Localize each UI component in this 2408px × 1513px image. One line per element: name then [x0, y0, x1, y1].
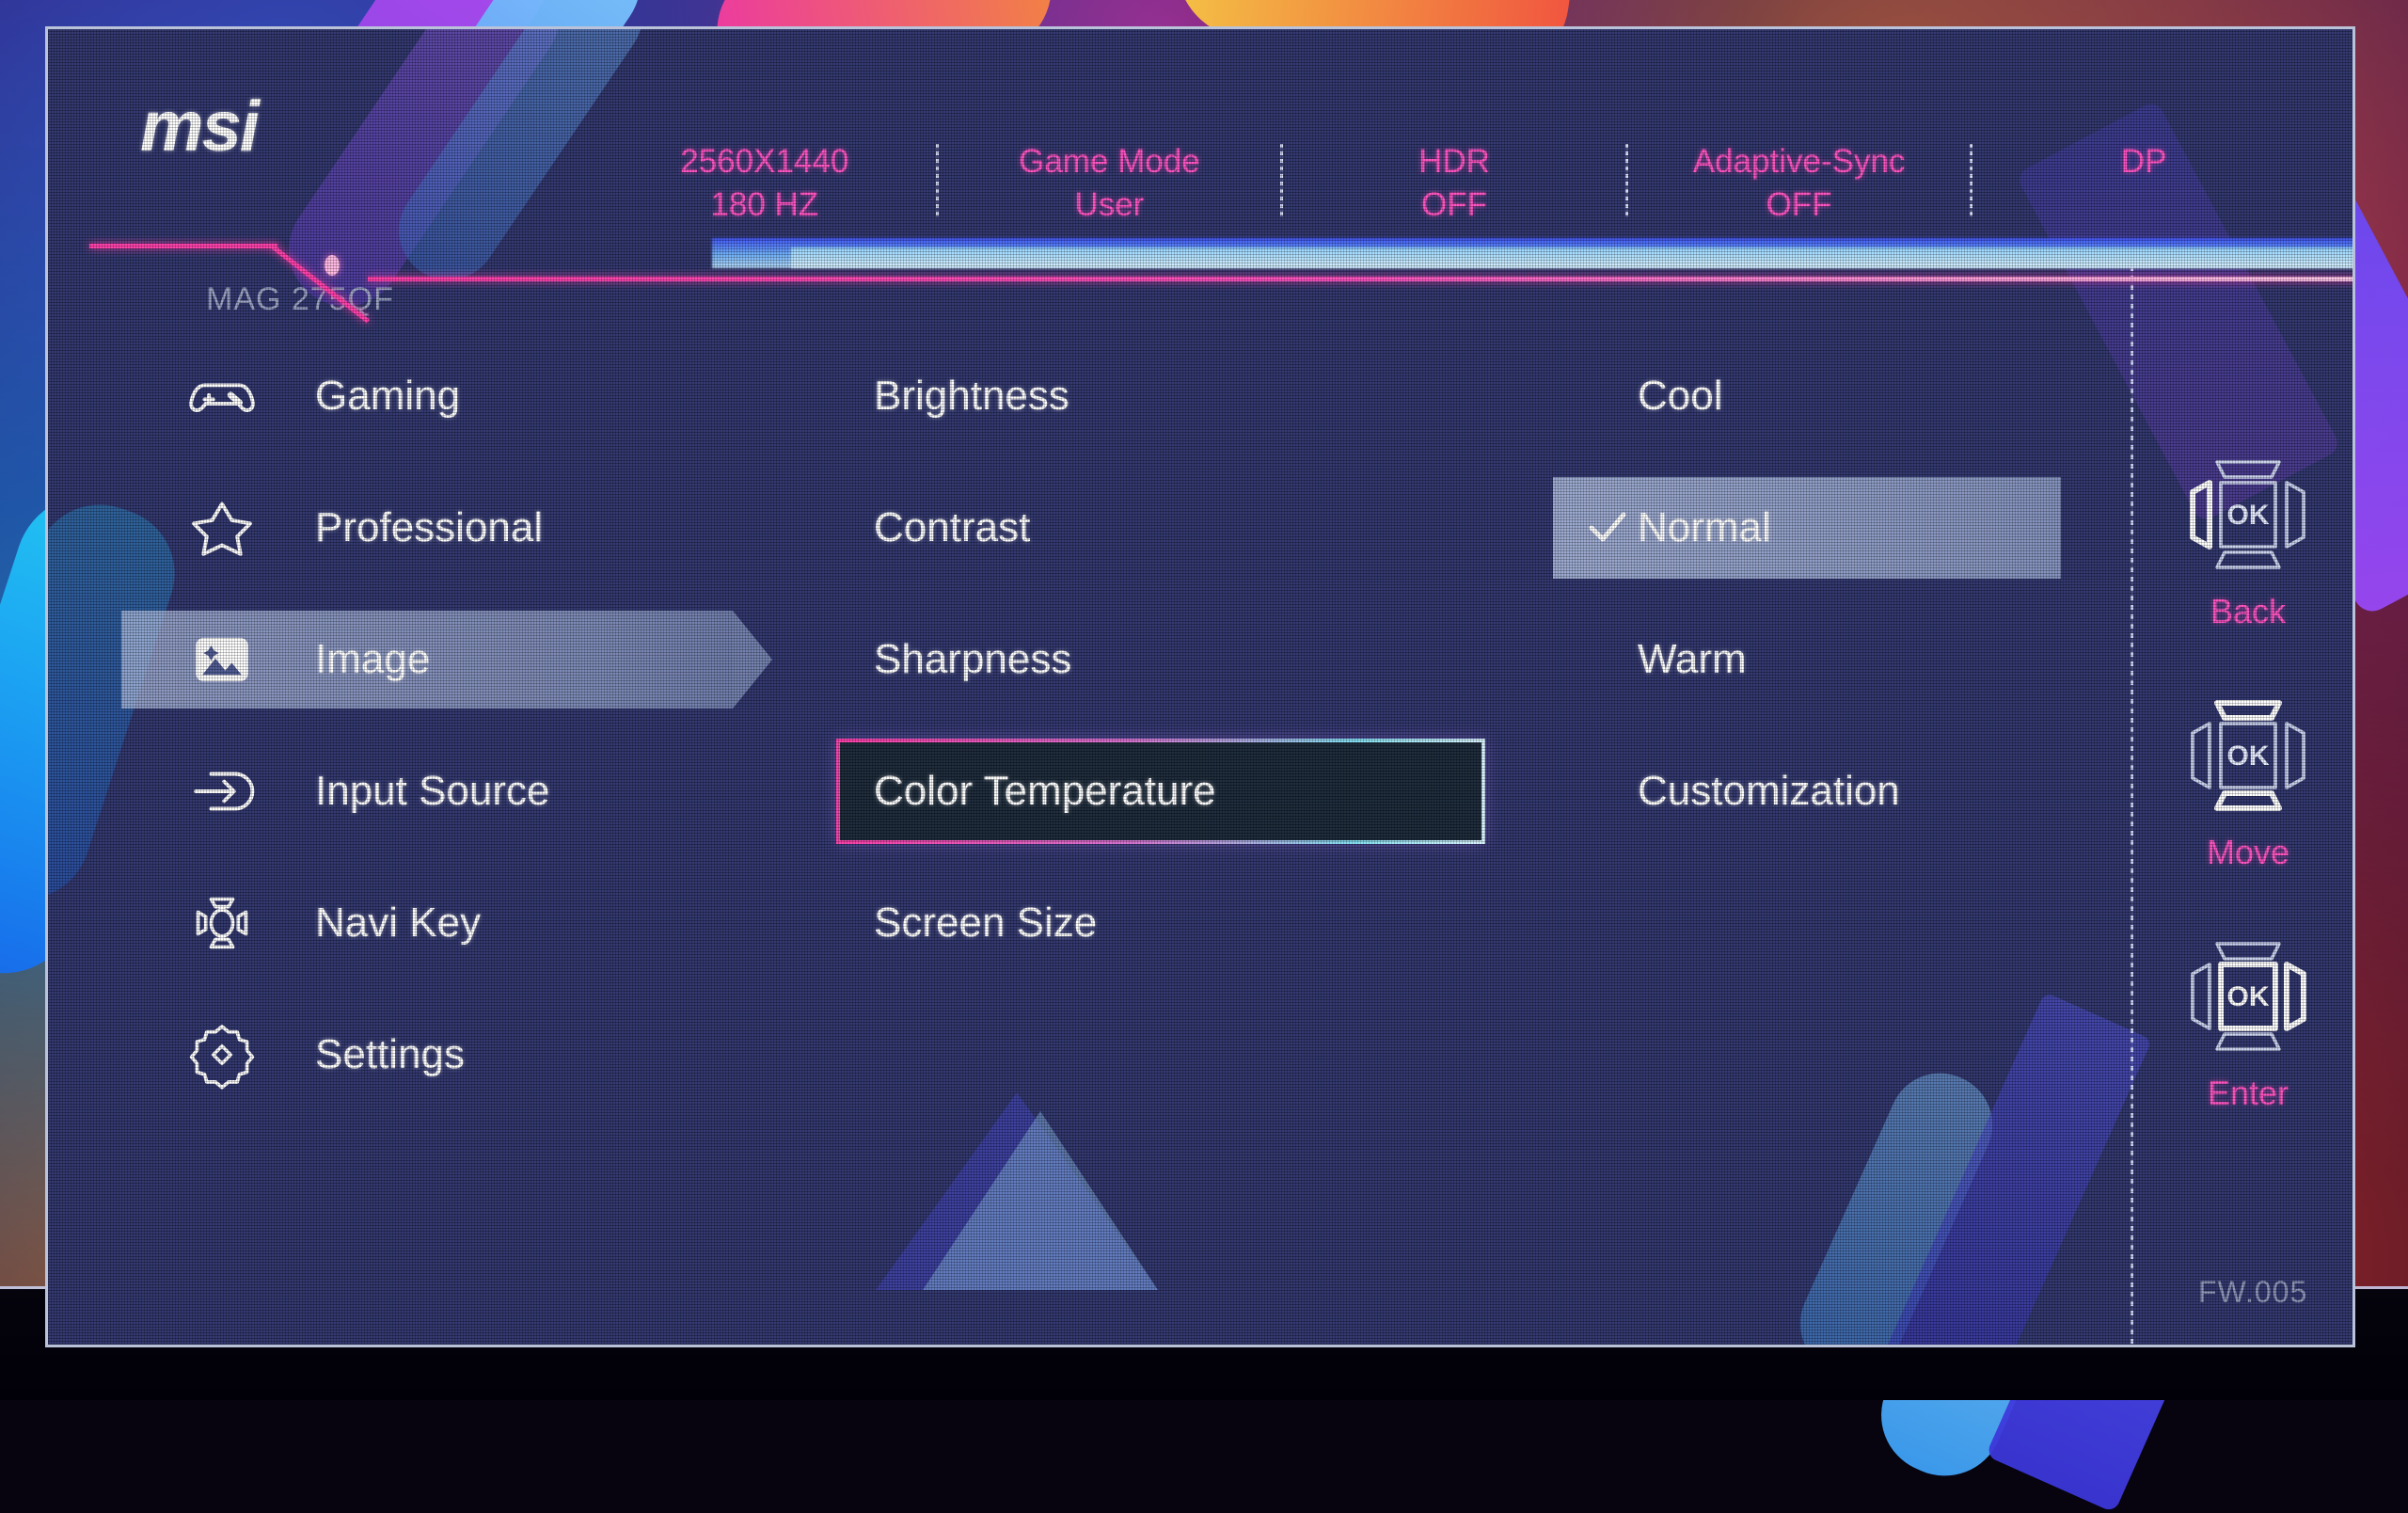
- sidebar-item-navi-key-label: Navi Key: [315, 900, 481, 947]
- firmware-version: FW.005: [2198, 1275, 2307, 1310]
- status-resolution-title: 2560X1440: [594, 140, 936, 183]
- navi-enter-icon: OK: [2168, 925, 2328, 1068]
- nav-hint-back-label: Back: [2138, 592, 2355, 631]
- gear-icon: [182, 1014, 262, 1095]
- option-normal[interactable]: Normal: [1515, 462, 2127, 594]
- sidebar-item-image-label: Image: [315, 636, 430, 683]
- menu-item-brightness-label: Brightness: [791, 373, 1069, 420]
- nav-hint-enter-label: Enter: [2138, 1074, 2355, 1113]
- menu-item-contrast[interactable]: Contrast: [791, 462, 1515, 594]
- option-cool[interactable]: Cool: [1515, 330, 2127, 462]
- nav-hint-back[interactable]: OK Back: [2138, 443, 2355, 631]
- osd-values-column: Cool Normal Warm Customization: [1515, 330, 2127, 857]
- navi-back-icon: OK: [2168, 443, 2328, 586]
- option-warm-label: Warm: [1515, 636, 1747, 683]
- menu-item-screen-size-label: Screen Size: [791, 900, 1097, 947]
- option-warm[interactable]: Warm: [1515, 594, 2127, 725]
- menu-item-contrast-label: Contrast: [791, 504, 1030, 551]
- osd-sidebar: Gaming Professional Image: [48, 330, 791, 1121]
- status-game-mode: Game Mode User: [939, 140, 1281, 227]
- sidebar-item-professional-label: Professional: [315, 504, 543, 551]
- option-cool-label: Cool: [1515, 373, 1723, 420]
- header-rule-dot: [325, 255, 340, 276]
- osd-panel: msi 2560X1440 180 HZ Game Mode User HDR …: [45, 26, 2355, 1347]
- navi-move-icon: OK: [2168, 684, 2328, 827]
- menu-item-color-temperature-label: Color Temperature: [791, 768, 1216, 815]
- status-input-title: DP: [1972, 140, 2315, 183]
- msi-logo: msi: [140, 86, 258, 167]
- status-adaptive-sync-value: OFF: [1628, 183, 1971, 227]
- navi-key-icon: [182, 883, 262, 964]
- status-resolution-value: 180 HZ: [594, 183, 936, 227]
- option-normal-label: Normal: [1515, 504, 1771, 551]
- svg-text:OK: OK: [2227, 981, 2270, 1012]
- sidebar-item-navi-key[interactable]: Navi Key: [48, 857, 791, 989]
- gamepad-icon: [182, 356, 262, 437]
- menu-item-screen-size[interactable]: Screen Size: [791, 857, 1515, 989]
- picture-icon: [182, 619, 262, 700]
- nav-hint-move[interactable]: OK Move: [2138, 684, 2355, 872]
- sidebar-item-professional[interactable]: Professional: [48, 462, 791, 594]
- nav-column-divider: [2131, 266, 2133, 1346]
- header-rule-right: [368, 277, 2355, 281]
- header-rule-left: [89, 244, 277, 248]
- sidebar-item-gaming[interactable]: Gaming: [48, 330, 791, 462]
- sidebar-item-image[interactable]: Image: [48, 594, 791, 725]
- navi-key-hints: OK Back OK Move: [2138, 443, 2355, 1166]
- option-customization[interactable]: Customization: [1515, 725, 2127, 857]
- status-adaptive-sync: Adaptive-Sync OFF: [1628, 140, 1971, 227]
- sidebar-item-settings[interactable]: Settings: [48, 989, 791, 1121]
- header-glow-band-inner: [791, 247, 2355, 268]
- sidebar-item-gaming-label: Gaming: [315, 373, 460, 420]
- menu-item-sharpness-label: Sharpness: [791, 636, 1071, 683]
- status-hdr-value: OFF: [1283, 183, 1625, 227]
- status-bar: 2560X1440 180 HZ Game Mode User HDR OFF …: [594, 140, 2315, 227]
- svg-text:OK: OK: [2227, 741, 2270, 772]
- status-adaptive-sync-title: Adaptive-Sync: [1628, 140, 1971, 183]
- sidebar-item-input-source-label: Input Source: [315, 768, 550, 815]
- sidebar-item-settings-label: Settings: [315, 1031, 465, 1078]
- menu-item-sharpness[interactable]: Sharpness: [791, 594, 1515, 725]
- option-customization-label: Customization: [1515, 768, 1900, 815]
- status-input: DP: [1972, 140, 2315, 183]
- menu-item-brightness[interactable]: Brightness: [791, 330, 1515, 462]
- nav-hint-move-label: Move: [2138, 833, 2355, 872]
- status-game-mode-title: Game Mode: [939, 140, 1281, 183]
- status-hdr-title: HDR: [1283, 140, 1625, 183]
- sidebar-item-input-source[interactable]: Input Source: [48, 725, 791, 857]
- status-hdr: HDR OFF: [1283, 140, 1625, 227]
- check-icon: [1587, 509, 1628, 545]
- menu-item-color-temperature[interactable]: Color Temperature: [791, 725, 1515, 857]
- nav-hint-enter[interactable]: OK Enter: [2138, 925, 2355, 1113]
- svg-text:OK: OK: [2227, 500, 2270, 531]
- osd-header: msi 2560X1440 180 HZ Game Mode User HDR …: [48, 29, 2353, 229]
- star-icon: [182, 487, 262, 568]
- input-arrow-icon: [182, 751, 262, 832]
- status-game-mode-value: User: [939, 183, 1281, 227]
- status-resolution: 2560X1440 180 HZ: [594, 140, 936, 227]
- osd-items-column: Brightness Contrast Sharpness Color Temp…: [791, 330, 1515, 989]
- model-name: MAG 275QF: [206, 281, 394, 318]
